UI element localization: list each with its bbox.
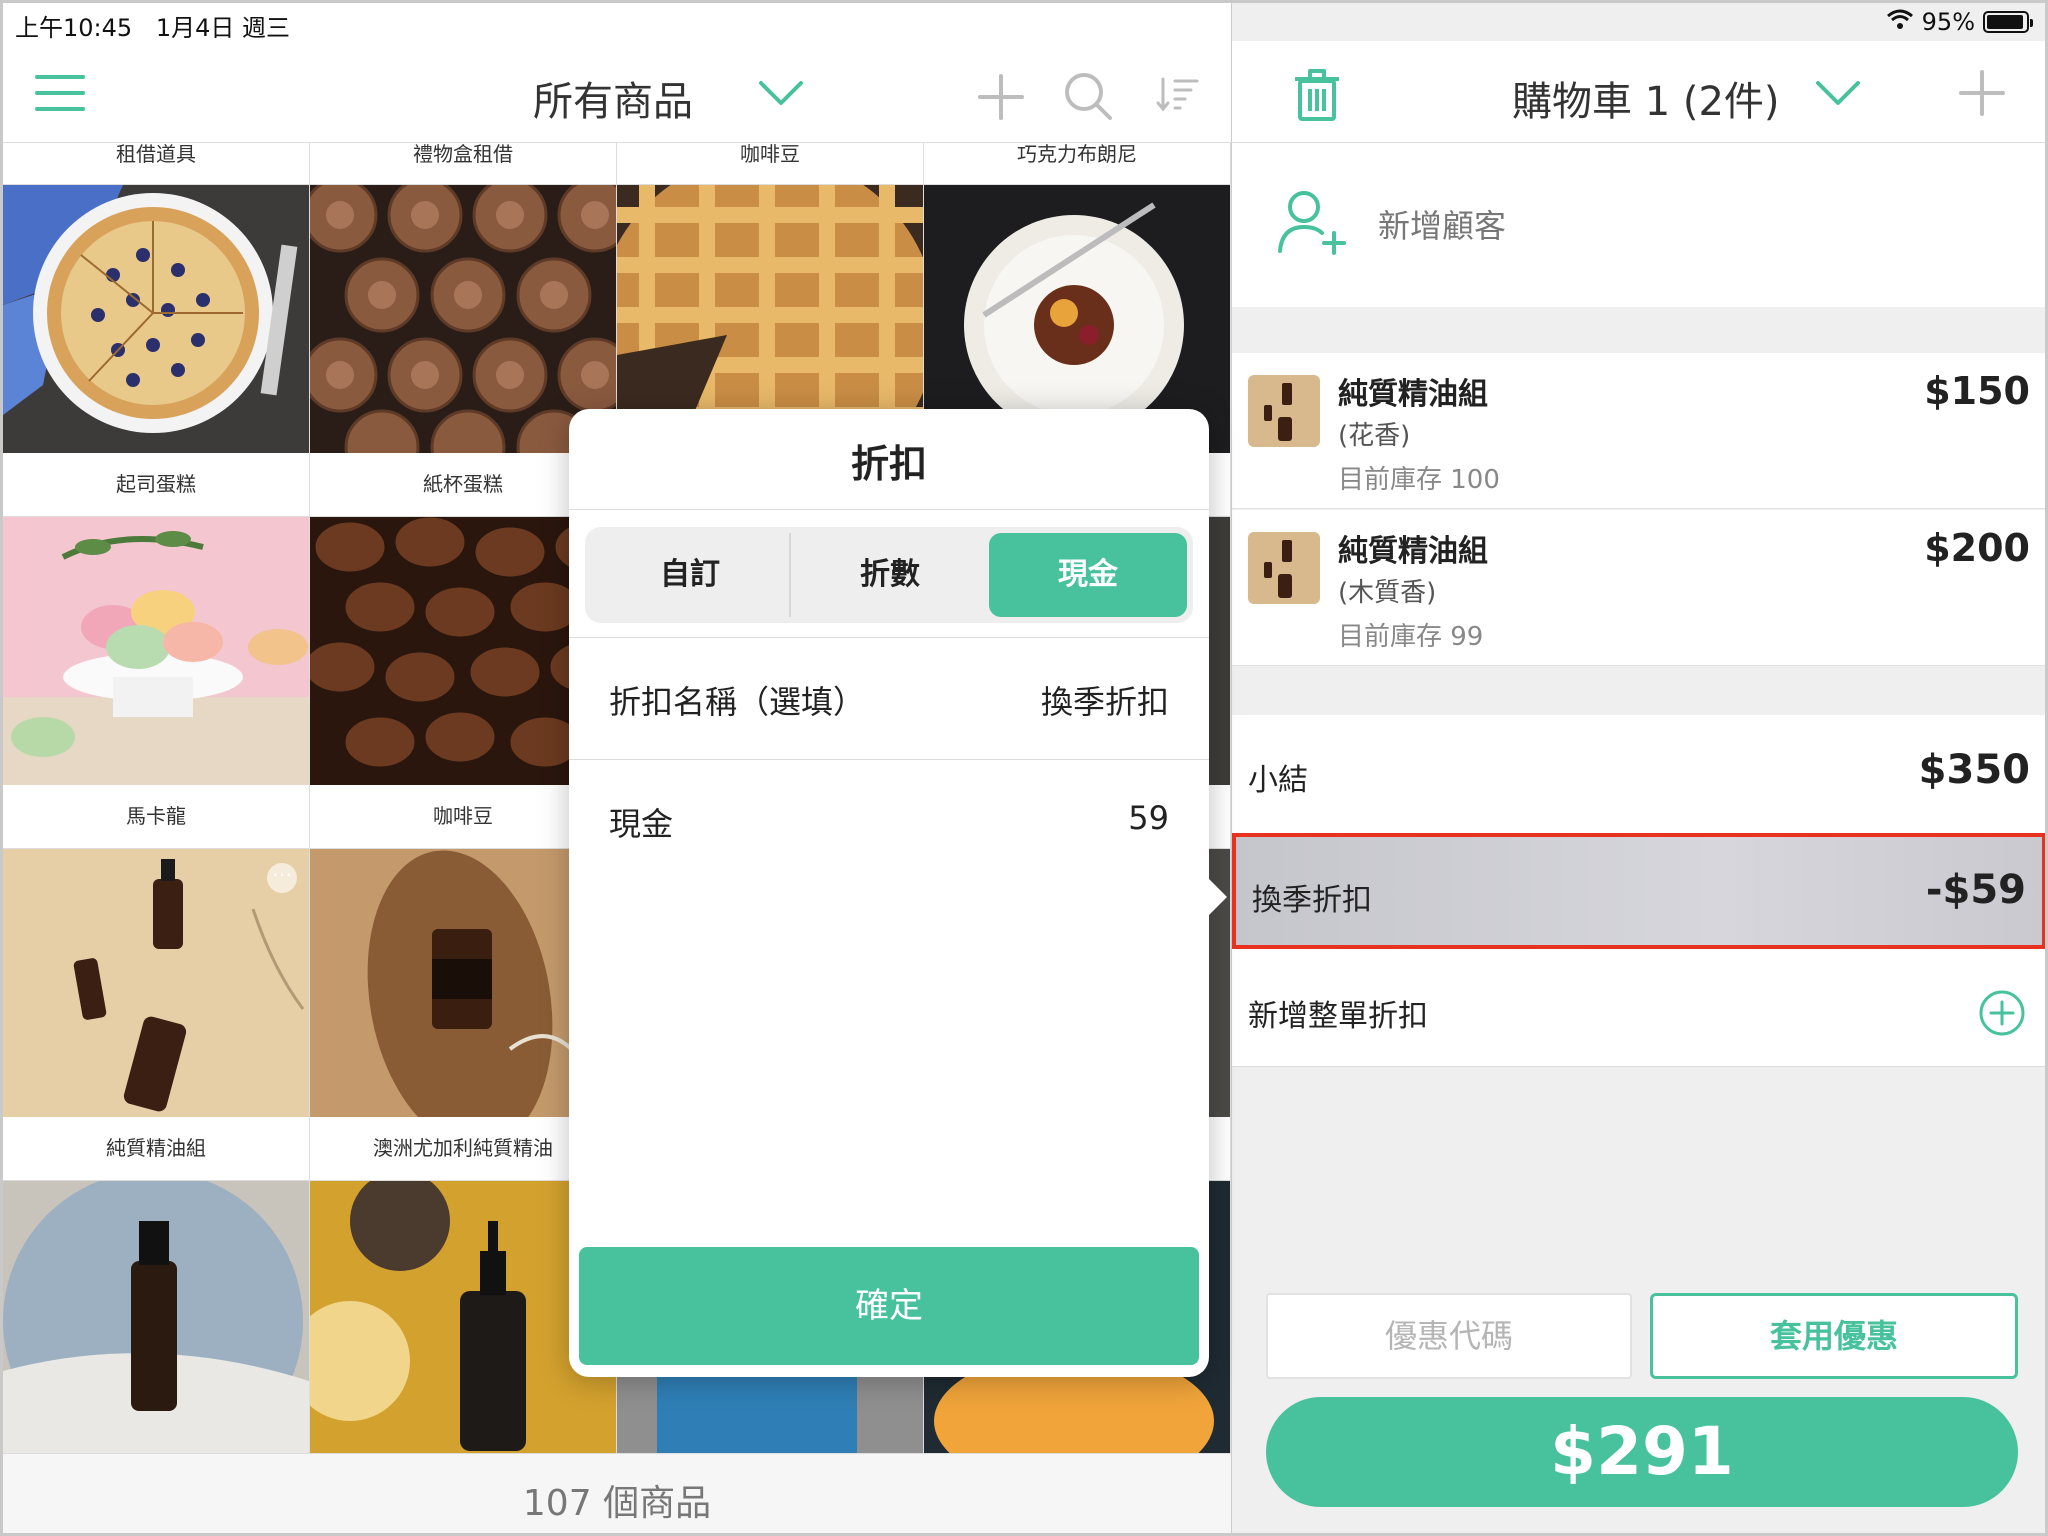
discount-amount-value[interactable]: 59 — [1128, 799, 1169, 837]
product-tile-macaron[interactable]: 馬卡龍 — [3, 517, 310, 849]
item-name: 純質精油組 — [1338, 534, 1488, 569]
serum-bottle-image — [3, 1181, 309, 1453]
discount-name-value[interactable]: 換季折扣 — [1041, 677, 1169, 723]
discount-name-label: 折扣名稱（選填） — [609, 683, 866, 721]
cart-pane: 購物車 1 (2件) 新增顧客 純質精油組 (花香) 目前庫存 100 $150 — [1231, 3, 2045, 1533]
discount-label: 換季折扣 — [1252, 883, 1372, 918]
discount-name-row[interactable]: 折扣名稱（選填） 換季折扣 — [609, 677, 1169, 723]
divider — [569, 759, 1209, 760]
cart-nav-bar: 購物車 1 (2件) — [1232, 41, 2045, 143]
discount-value: -$59 — [1925, 867, 2026, 913]
product-tile-essential-oil-set[interactable]: ⋯ 純質精油組 — [3, 849, 310, 1181]
cart-item[interactable]: 純質精油組 (花香) 目前庫存 100 $150 — [1232, 353, 2045, 509]
discount-amount-label: 現金 — [609, 805, 674, 843]
popover-arrow — [1205, 875, 1227, 919]
product-nav-bar: 所有商品 — [3, 41, 1231, 143]
add-cart-icon[interactable] — [1958, 69, 2006, 121]
tab-cash[interactable]: 現金 — [989, 533, 1187, 617]
item-price: $200 — [1924, 526, 2030, 570]
battery-icon — [1983, 11, 2033, 33]
cheesecake-image — [3, 185, 309, 453]
add-order-discount-label: 新增整單折扣 — [1248, 999, 1428, 1034]
product-count: 107 個商品 — [522, 1483, 712, 1524]
cart-item[interactable]: 純質精油組 (木質香) 目前庫存 99 $200 — [1232, 510, 2045, 666]
product-tile-serum-bottle[interactable] — [3, 1181, 310, 1453]
add-customer-row[interactable]: 新增顧客 — [1232, 143, 2045, 307]
status-bar: 上午10:45 1月4日 週三 95% — [3, 3, 2045, 42]
product-label: 禮物盒租借 — [310, 143, 617, 184]
checkout-button[interactable]: $291 — [1266, 1397, 2018, 1507]
product-label: 起司蛋糕 — [116, 472, 196, 496]
discount-amount-row[interactable]: 現金 59 — [609, 799, 1169, 845]
status-time: 上午10:45 — [15, 14, 133, 42]
battery-fill — [1987, 15, 2024, 29]
essential-oil-thumbnail — [1248, 532, 1320, 604]
app-frame: 所有商品 租借道具 禮物盒租借 咖啡豆 巧克力布朗尼 起司蛋糕 紙杯蛋糕 馬卡龍… — [3, 3, 2045, 1533]
item-name: 純質精油組 — [1338, 377, 1488, 412]
product-tile-cheesecake[interactable]: 起司蛋糕 — [3, 185, 310, 517]
sort-icon[interactable] — [1155, 75, 1199, 119]
essential-oil-thumbnail — [1248, 375, 1320, 447]
search-icon[interactable] — [1063, 71, 1113, 125]
product-label: 純質精油組 — [106, 1136, 206, 1160]
item-stock: 目前庫存 100 — [1338, 465, 1500, 495]
item-price: $150 — [1924, 369, 2030, 413]
product-label: 巧克力布朗尼 — [924, 143, 1231, 184]
subtotal-row: 小結 $350 — [1232, 715, 2045, 831]
promo-code-input[interactable]: 優惠代碼 — [1266, 1293, 1632, 1379]
product-label: 馬卡龍 — [126, 804, 186, 828]
item-stock: 目前庫存 99 — [1338, 622, 1484, 652]
product-count-bar: 107 個商品 — [3, 1453, 1231, 1533]
order-summary: 小結 $350 換季折扣 -$59 新增整單折扣 — [1232, 715, 2045, 1067]
discount-popover: 折扣 自訂 折數 現金 折扣名稱（選填） 換季折扣 現金 59 確定 — [569, 409, 1209, 1377]
menu-icon[interactable] — [35, 73, 85, 117]
add-order-discount-row[interactable]: 新增整單折扣 — [1232, 951, 2045, 1067]
item-variant: (花香) — [1338, 421, 1411, 451]
add-user-icon — [1278, 189, 1346, 259]
divider — [569, 637, 1209, 638]
status-date: 1月4日 週三 — [155, 14, 290, 42]
essential-oil-set-image — [3, 849, 309, 1117]
discount-type-segmented-control: 自訂 折數 現金 — [585, 527, 1193, 623]
subtotal-label: 小結 — [1248, 763, 1308, 798]
trash-icon[interactable] — [1294, 69, 1340, 125]
more-options-icon[interactable]: ⋯ — [267, 863, 297, 893]
apply-promo-button[interactable]: 套用優惠 — [1650, 1293, 2018, 1379]
subtotal-value: $350 — [1918, 747, 2030, 793]
divider — [569, 509, 1209, 510]
category-title[interactable]: 所有商品 — [533, 69, 693, 127]
battery-percent: 95% — [1921, 8, 1975, 36]
tab-percentage[interactable]: 折數 — [791, 533, 989, 617]
chevron-down-icon[interactable] — [1814, 79, 1862, 113]
item-variant: (木質香) — [1338, 578, 1437, 608]
applied-discount-row[interactable]: 換季折扣 -$59 — [1232, 833, 2045, 949]
product-label: 租借道具 — [3, 143, 310, 184]
tab-custom[interactable]: 自訂 — [591, 533, 791, 617]
cart-title[interactable]: 購物車 1 (2件) — [1512, 69, 1780, 127]
popover-title: 折扣 — [850, 442, 927, 486]
chevron-down-icon[interactable] — [757, 79, 805, 113]
wifi-icon — [1886, 8, 1914, 36]
partial-row-labels: 租借道具 禮物盒租借 咖啡豆 巧克力布朗尼 — [3, 143, 1231, 185]
plus-circle-icon[interactable] — [1978, 989, 2026, 1041]
macaron-image — [3, 517, 309, 785]
cupcake-image — [310, 185, 616, 453]
confirm-button[interactable]: 確定 — [579, 1247, 1199, 1365]
product-label: 咖啡豆 — [617, 143, 924, 184]
add-customer-label: 新增顧客 — [1378, 207, 1507, 245]
add-product-icon[interactable] — [977, 73, 1025, 125]
